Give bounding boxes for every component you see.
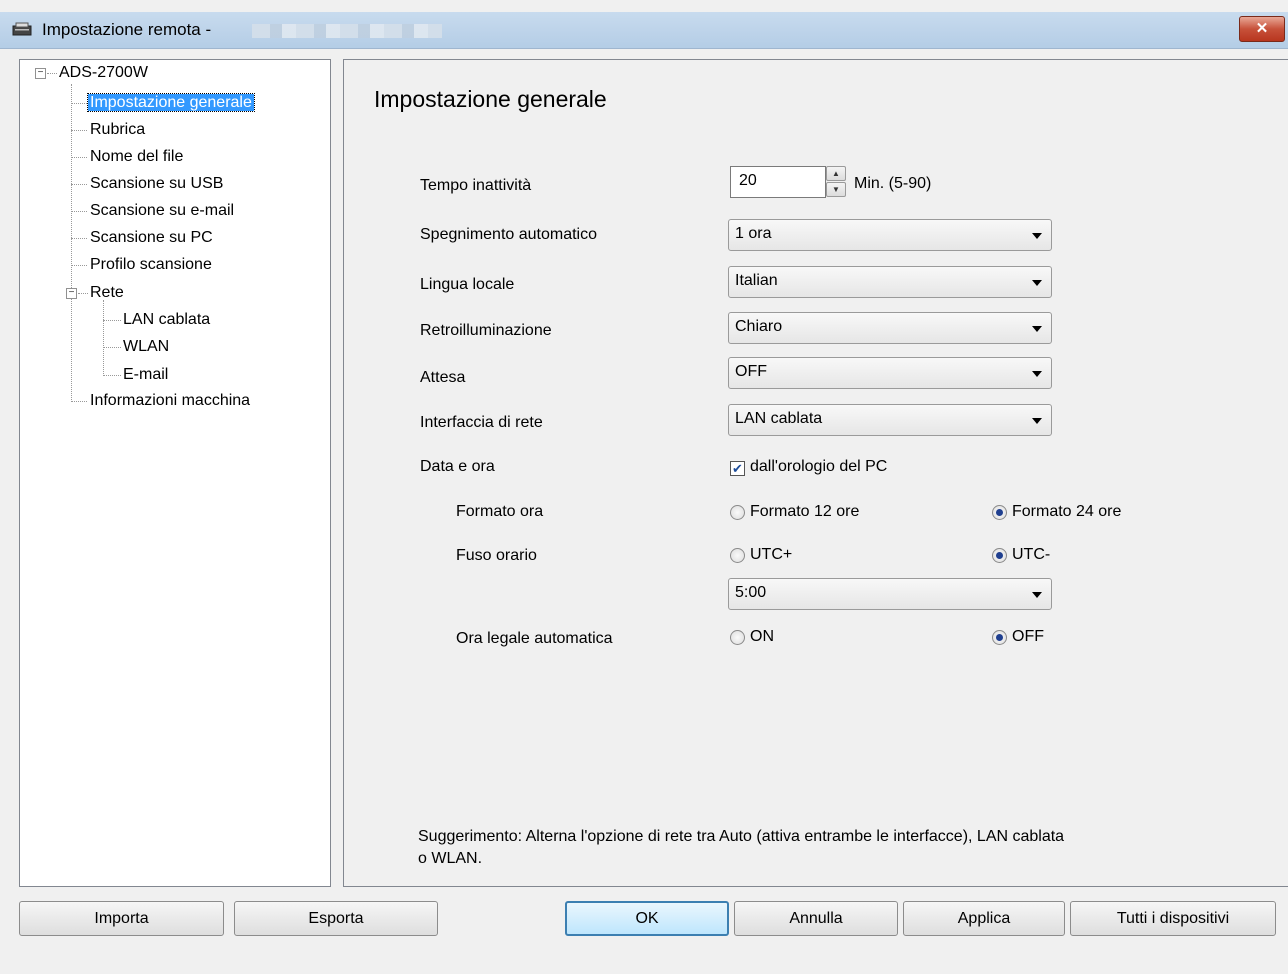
dst-off-label[interactable]: OFF [1012, 628, 1044, 646]
cancel-button[interactable]: Annulla [734, 901, 898, 936]
idle-time-unit: Min. (5-90) [854, 175, 932, 192]
device-name-redacted [252, 24, 442, 38]
export-button[interactable]: Esporta [234, 901, 438, 936]
collapse-icon[interactable]: − [35, 68, 46, 79]
date-time-label: Data e ora [420, 458, 495, 475]
network-hint: Suggerimento: Alterna l'opzione di rete … [418, 826, 1238, 870]
tree-item-email[interactable]: E-mail [123, 364, 168, 386]
tree-item-machine-info[interactable]: Informazioni macchina [90, 390, 250, 412]
printer-icon [12, 22, 32, 36]
utc-minus-label[interactable]: UTC- [1012, 546, 1050, 564]
backlight-select[interactable]: Chiaro [728, 312, 1052, 344]
ok-button[interactable]: OK [565, 901, 729, 936]
idle-time-label: Tempo inattività [420, 177, 532, 194]
import-button[interactable]: Importa [19, 901, 224, 936]
dst-on-radio[interactable] [730, 630, 745, 645]
chevron-down-icon [1032, 592, 1042, 598]
language-label: Lingua locale [420, 276, 515, 293]
idle-time-input[interactable]: 20 [730, 166, 826, 198]
chevron-down-icon [1032, 418, 1042, 424]
spin-down-icon[interactable]: ▼ [826, 182, 846, 197]
remote-setup-window: Impostazione remota - ✕ − ADS-2700W Impo… [0, 0, 1288, 974]
dst-off-radio[interactable] [992, 630, 1007, 645]
tree-item-scan-to-pc[interactable]: Scansione su PC [90, 227, 213, 249]
time-format-12h-label[interactable]: Formato 12 ore [750, 503, 859, 521]
settings-tree[interactable]: − ADS-2700W Impostazione generale Rubric… [19, 59, 331, 887]
time-format-12h-radio[interactable] [730, 505, 745, 520]
chevron-down-icon [1032, 280, 1042, 286]
spin-up-icon[interactable]: ▲ [826, 166, 846, 181]
auto-off-select[interactable]: 1 ora [728, 219, 1052, 251]
tree-item-scan-to-email[interactable]: Scansione su e-mail [90, 200, 234, 222]
general-settings-panel: Impostazione generale Tempo inattività 2… [343, 59, 1288, 887]
hint-line-1: Suggerimento: Alterna l'opzione di rete … [418, 828, 1065, 845]
pc-clock-label[interactable]: dall'orologio del PC [750, 458, 887, 476]
sleep-label: Attesa [420, 369, 466, 386]
pc-clock-checkbox[interactable]: ✔ [730, 461, 745, 476]
collapse-icon[interactable]: − [66, 288, 77, 299]
auto-off-label: Spegnimento automatico [420, 226, 597, 243]
utc-plus-radio[interactable] [730, 548, 745, 563]
dst-label: Ora legale automatica [456, 630, 613, 647]
tree-item-scan-profile[interactable]: Profilo scansione [90, 254, 212, 276]
time-format-label: Formato ora [456, 503, 544, 520]
close-button[interactable]: ✕ [1239, 16, 1285, 42]
chevron-down-icon [1032, 371, 1042, 377]
title-bar[interactable]: Impostazione remota - ✕ [0, 12, 1288, 49]
all-devices-button[interactable]: Tutti i dispositivi [1070, 901, 1276, 936]
timezone-label: Fuso orario [456, 547, 537, 564]
dst-on-label[interactable]: ON [750, 628, 774, 646]
apply-button[interactable]: Applica [903, 901, 1065, 936]
utc-minus-radio[interactable] [992, 548, 1007, 563]
chevron-down-icon [1032, 233, 1042, 239]
time-format-24h-radio[interactable] [992, 505, 1007, 520]
tree-item-scan-to-usb[interactable]: Scansione su USB [90, 173, 223, 195]
tree-item-file-name[interactable]: Nome del file [90, 146, 183, 168]
utc-plus-label[interactable]: UTC+ [750, 546, 792, 564]
network-interface-label: Interfaccia di rete [420, 414, 543, 431]
tree-item-wlan[interactable]: WLAN [123, 336, 169, 358]
time-format-24h-label[interactable]: Formato 24 ore [1012, 503, 1121, 521]
tree-root-device[interactable]: ADS-2700W [59, 62, 148, 84]
chevron-down-icon [1032, 326, 1042, 332]
network-interface-select[interactable]: LAN cablata [728, 404, 1052, 436]
page-title: Impostazione generale [374, 86, 607, 112]
language-select[interactable]: Italian [728, 266, 1052, 298]
tree-item-wired-lan[interactable]: LAN cablata [123, 309, 210, 331]
backlight-label: Retroilluminazione [420, 322, 552, 339]
timezone-offset-select[interactable]: 5:00 [728, 578, 1052, 610]
window-title: Impostazione remota - [42, 20, 212, 39]
tree-item-network[interactable]: Rete [90, 282, 124, 304]
sleep-select[interactable]: OFF [728, 357, 1052, 389]
hint-line-2: o WLAN. [418, 850, 483, 867]
tree-item-address-book[interactable]: Rubrica [90, 119, 145, 141]
tree-item-general-settings[interactable]: Impostazione generale [87, 92, 255, 114]
idle-time-stepper[interactable]: ▲ ▼ [826, 166, 848, 198]
